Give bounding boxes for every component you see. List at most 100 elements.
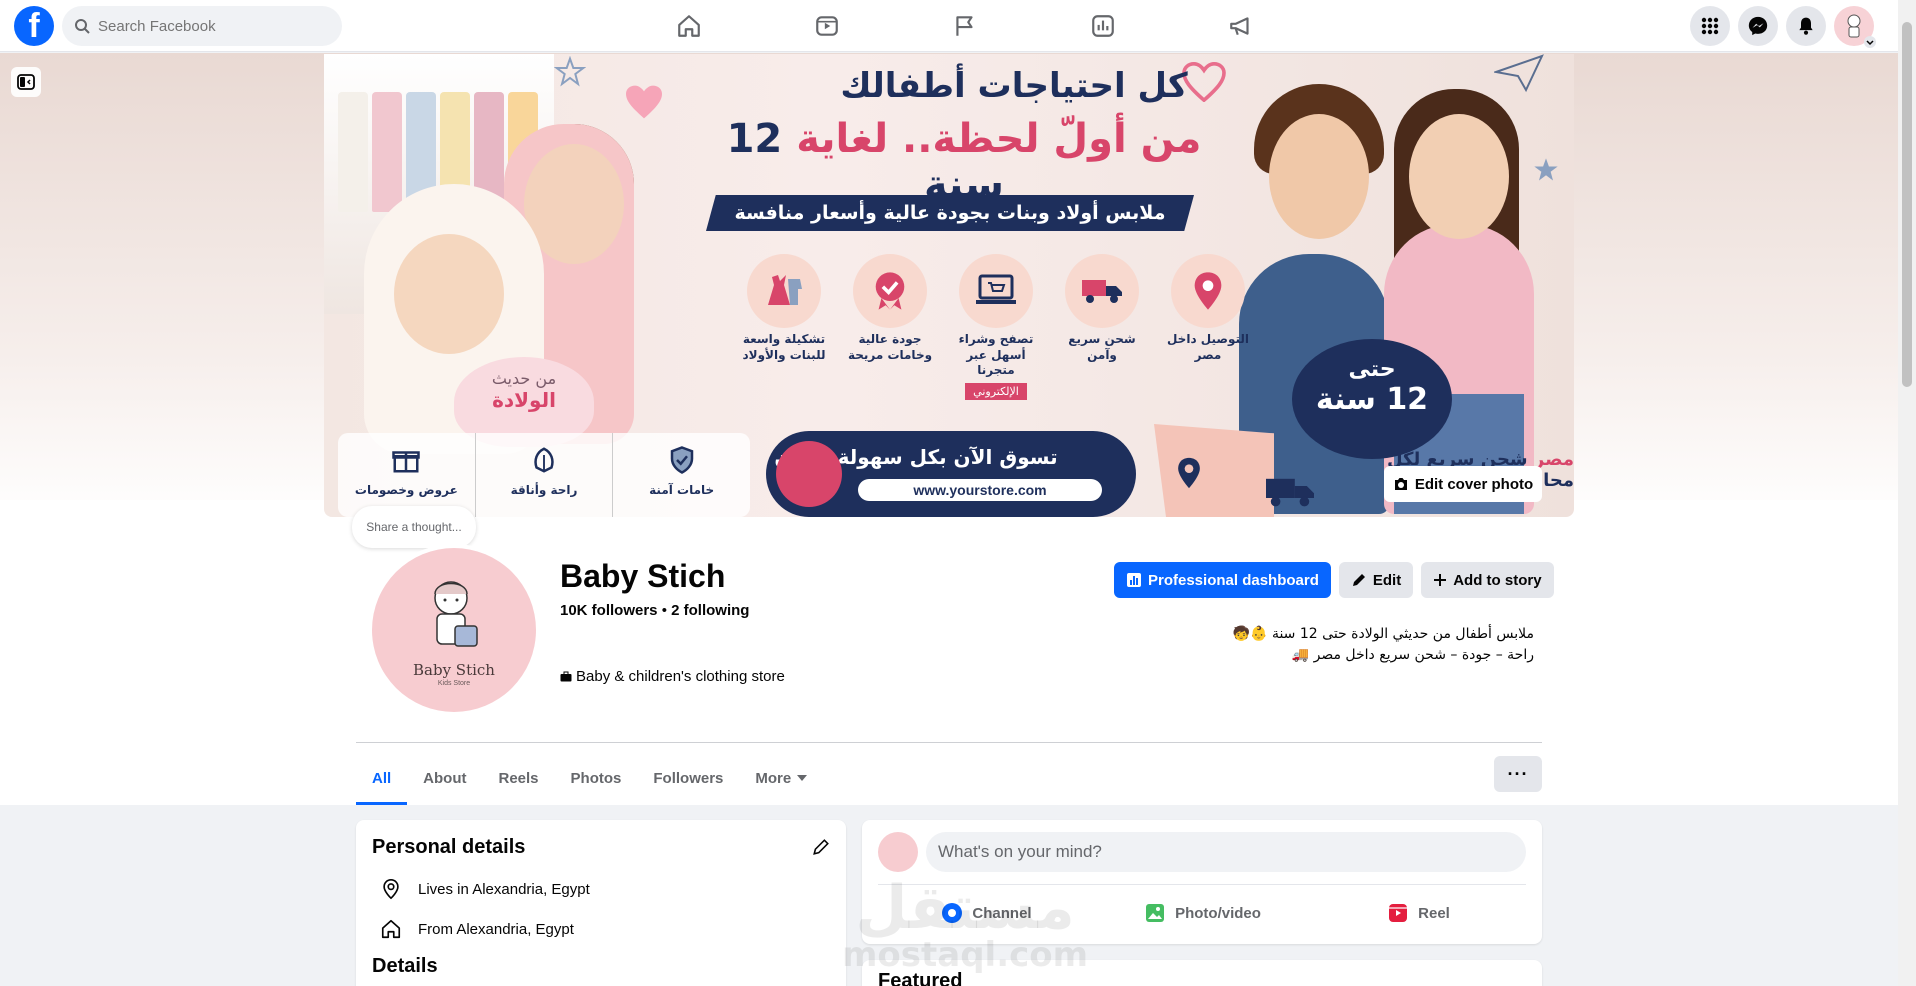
newborn-text-bottom: الولادة <box>492 388 556 412</box>
following-link[interactable]: 2 following <box>671 602 749 619</box>
nav-pages[interactable] <box>896 0 1034 52</box>
tab-label: Followers <box>653 769 724 787</box>
search-input[interactable] <box>98 17 318 35</box>
notifications-button[interactable] <box>1786 6 1826 46</box>
location-icon <box>1194 272 1222 310</box>
cover-banner: ملابس أولاد وبنات بجودة عالية وأسعار منا… <box>706 195 1194 231</box>
facebook-logo[interactable]: f <box>14 6 54 46</box>
composer-top-row: What's on your mind? <box>878 832 1526 872</box>
feature-icon-circle <box>1065 254 1139 328</box>
paper-plane-icon <box>1494 54 1544 93</box>
tab-followers[interactable]: Followers <box>637 752 739 804</box>
thought-placeholder: Share a thought... <box>366 520 462 534</box>
benefits-strip: عروض وخصومات راحة وأناقة خامات آمنة <box>338 433 750 517</box>
feature-quality: جودة عالية وخامات مريحة <box>840 254 940 363</box>
feature-variety: تشكيلة واسعة للبنات والأولاد <box>734 254 834 363</box>
personal-details-title: Personal details <box>372 836 526 858</box>
search-box[interactable] <box>62 6 342 46</box>
home-icon <box>678 15 700 37</box>
edit-cover-label: Edit cover photo <box>1414 475 1534 493</box>
professional-dashboard-button[interactable]: Professional dashboard <box>1114 562 1331 598</box>
cover-photo[interactable]: كل احتياجات أطفالك من أولّ لحظة.. لغاية … <box>324 54 1574 517</box>
account-avatar[interactable] <box>1834 6 1876 48</box>
edit-button[interactable]: Edit <box>1338 562 1414 598</box>
profile-picture[interactable]: Baby Stich Kids Store <box>368 544 540 716</box>
store-url: www.yourstore.com <box>858 479 1102 501</box>
follower-stats: 10K followers • 2 following <box>560 602 749 619</box>
scrollbar-thumb[interactable] <box>1902 22 1912 387</box>
feature-icon-circle <box>959 254 1033 328</box>
tab-photos[interactable]: Photos <box>555 752 638 804</box>
tab-reels[interactable]: Reels <box>483 752 555 804</box>
location-pin-icon <box>383 879 399 900</box>
messenger-button[interactable] <box>1738 6 1778 46</box>
bio-line: ملابس أطفال من حديثي الولادة حتى 12 سنة … <box>1232 626 1534 642</box>
age-text-top: حتى <box>1348 357 1396 382</box>
sidebar-toggle[interactable] <box>11 67 41 97</box>
chevron-down-icon <box>1864 36 1876 48</box>
nav-video[interactable] <box>758 0 896 52</box>
benefit-safe-fabrics: خامات آمنة <box>612 433 750 517</box>
benefit-label: خامات آمنة <box>649 483 715 497</box>
edit-details-icon[interactable] <box>812 838 830 856</box>
details-list: Lives in Alexandria, Egypt From Alexandr… <box>372 869 830 949</box>
nav-ads[interactable] <box>1172 0 1310 52</box>
benefit-label: راحة وأناقة <box>510 483 578 497</box>
apps-grid-icon <box>1701 17 1719 35</box>
gift-icon <box>392 451 421 473</box>
pencil-icon <box>1352 574 1365 586</box>
nav-home[interactable] <box>620 0 758 52</box>
cover-subheadline: من أولّ لحظة.. لغاية 12 سنة <box>684 116 1244 208</box>
menu-button[interactable] <box>1690 6 1730 46</box>
tab-all[interactable]: All <box>356 752 408 805</box>
details-section-title: Details <box>372 955 438 977</box>
page-scrollbar[interactable] <box>1898 0 1916 986</box>
chart-icon <box>1092 15 1114 37</box>
add-to-story-button[interactable]: Add to story <box>1421 562 1554 598</box>
top-navigation-bar: f <box>0 0 1898 52</box>
page-category: Baby & children's clothing store <box>560 668 785 685</box>
shirt-illustration <box>372 92 402 212</box>
nav-insights[interactable] <box>1034 0 1172 52</box>
composer-input[interactable]: What's on your mind? <box>926 832 1526 872</box>
tab-label: About <box>423 769 467 787</box>
composer-action-label: Reel <box>1418 904 1450 922</box>
baby-logo-icon <box>434 581 478 647</box>
headline-part-a: من أولّ لحظة.. لغاية <box>796 116 1202 162</box>
facebook-logo-letter: f <box>28 7 40 45</box>
shopping-bag-icon <box>776 441 842 507</box>
dress-icon <box>768 275 802 305</box>
tab-label: All <box>372 769 392 787</box>
feature-label: تصفح وشراء أسهل عبر متجرنا <box>958 332 1034 378</box>
badge-icon <box>875 272 905 310</box>
watermark-arabic: مستقل <box>855 873 1075 943</box>
composer-placeholder: What's on your mind? <box>938 842 1102 861</box>
edit-label: Edit <box>1372 571 1402 589</box>
home-outline-icon <box>381 919 401 939</box>
more-options-button[interactable]: ··· <box>1494 756 1542 792</box>
ellipsis-icon: ··· <box>1507 763 1529 784</box>
profile-picture-image: Baby Stich Kids Store <box>372 548 536 712</box>
main-nav <box>620 0 1310 52</box>
feature-tag: الإلكتروني <box>965 382 1027 400</box>
profile-tabs: All About Reels Photos Followers More <box>356 752 823 805</box>
boy-face <box>1269 114 1369 239</box>
benefit-label: عروض وخصومات <box>354 483 458 497</box>
shield-check-icon <box>670 446 693 474</box>
tab-about[interactable]: About <box>407 752 482 804</box>
egypt-map-illustration <box>1154 424 1274 517</box>
reel-button[interactable]: Reel <box>1310 893 1526 933</box>
tab-more[interactable]: More <box>739 752 823 804</box>
photo-video-button[interactable]: Photo/video <box>1094 893 1310 933</box>
account-controls <box>1690 6 1876 48</box>
edit-cover-photo-button[interactable]: Edit cover photo <box>1384 466 1542 502</box>
tab-label: Photos <box>570 769 622 787</box>
composer-avatar[interactable] <box>878 832 918 872</box>
share-thought-bubble[interactable]: Share a thought... <box>352 506 476 548</box>
followers-link[interactable]: 10K followers <box>560 602 658 619</box>
page-title: Baby Stich <box>560 558 726 594</box>
bio-line: راحة – جودة – شحن سريع داخل مصر 🚚 <box>1291 647 1534 663</box>
profile-actions: Professional dashboard Edit Add to story <box>1114 562 1554 598</box>
photo-video-icon <box>1146 904 1165 922</box>
profile-logo-subtitle: Kids Store <box>437 680 471 687</box>
